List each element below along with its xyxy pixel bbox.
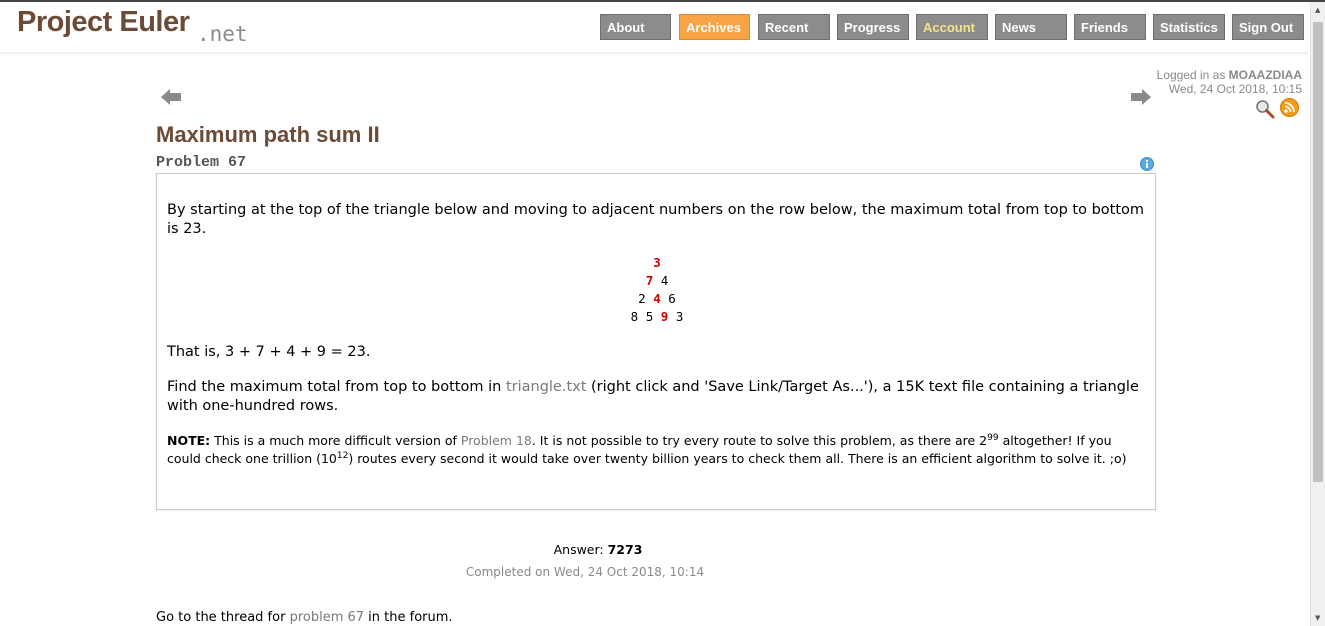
problem-content: By starting at the top of the triangle b… [156,173,1156,510]
triangle-row: 7 4 [157,272,1157,290]
nav-friends[interactable]: Friends [1074,14,1146,40]
problem-note: NOTE: This is a much more difficult vers… [167,432,1147,468]
answer-label: Answer: [553,542,604,557]
note-text: This is a much more difficult version of [210,433,461,448]
triangle-row: 3 [157,254,1157,272]
logo[interactable]: Project Euler [17,6,190,39]
nav-recent[interactable]: Recent [758,14,830,40]
page-title: Maximum path sum II [156,122,380,147]
current-datetime: Wed, 24 Oct 2018, 10:15 [1168,82,1302,96]
previous-problem-arrow-icon[interactable] [161,88,181,110]
answer: Answer: 7273 [0,542,1196,557]
triangle-number: 6 [668,291,676,306]
answer-value: 7273 [607,542,643,557]
note-text: . It is not possible to try every route … [531,433,988,448]
triangle-row: 8 5 9 3 [157,308,1157,326]
vertical-scrollbar[interactable]: ▲ ▼ [1310,2,1325,626]
triangle-number: 4 [660,273,669,288]
rss-icon[interactable] [1280,98,1299,121]
triangle-number: 9 [660,309,669,324]
note-superscript: 12 [336,450,349,461]
scroll-up-icon[interactable]: ▲ [1315,6,1320,14]
problem-intro: By starting at the top of the triangle b… [167,202,1145,237]
problem-18-link[interactable]: Problem 18 [461,433,532,448]
forum-text: in the forum. [364,610,453,625]
forum-thread-link[interactable]: problem 67 [290,610,364,625]
logged-in-label: Logged in as [1156,68,1226,82]
nav-about[interactable]: About [600,14,671,40]
site-header: Project Euler .net About Archives Recent… [0,2,1310,52]
triangle-row: 2 4 6 [157,290,1157,308]
nav-news[interactable]: News [995,14,1067,40]
triangle-number: 5 [645,309,654,324]
problem-number: Problem 67 [156,154,247,171]
logo-suffix[interactable]: .net [197,22,248,46]
scroll-thumb[interactable] [1313,22,1323,482]
triangle-number: 4 [653,291,661,306]
example-sum: That is, 3 + 7 + 4 + 9 = 23. [167,344,371,360]
task-text: Find the maximum total from top to botto… [167,379,506,395]
user-info: Logged in as MOAAZDIAA Wed, 24 Oct 2018,… [1157,68,1302,96]
triangle-number: 2 [638,291,646,306]
triangle-file-link[interactable]: triangle.txt [506,379,586,395]
scroll-down-icon[interactable]: ▼ [1315,614,1320,622]
problem-task: Find the maximum total from top to botto… [167,378,1147,416]
nav-progress[interactable]: Progress [837,14,909,40]
note-superscript: 99 [987,432,999,443]
nav-sign-out[interactable]: Sign Out [1232,14,1304,40]
next-problem-arrow-icon[interactable] [1131,88,1151,110]
completion-date: Completed on Wed, 24 Oct 2018, 10:14 [465,565,705,579]
triangle-number: 3 [653,255,661,270]
nav-statistics[interactable]: Statistics [1153,14,1225,40]
forum-text: Go to the thread for [156,610,290,625]
nav-account[interactable]: Account [916,14,988,40]
username: MOAAZDIAA [1228,68,1302,82]
triangle-number: 3 [675,309,684,324]
nav-archives[interactable]: Archives [679,14,750,40]
note-text: ) routes every second it would take over… [348,451,1127,466]
example-triangle: 3 7 4 2 4 6 8 5 9 3 [157,254,1157,326]
note-label: NOTE: [167,433,211,448]
triangle-number: 8 [630,309,639,324]
forum-thread-text: Go to the thread for problem 67 in the f… [156,610,453,625]
search-icon[interactable] [1255,99,1275,123]
triangle-number: 7 [645,273,654,288]
